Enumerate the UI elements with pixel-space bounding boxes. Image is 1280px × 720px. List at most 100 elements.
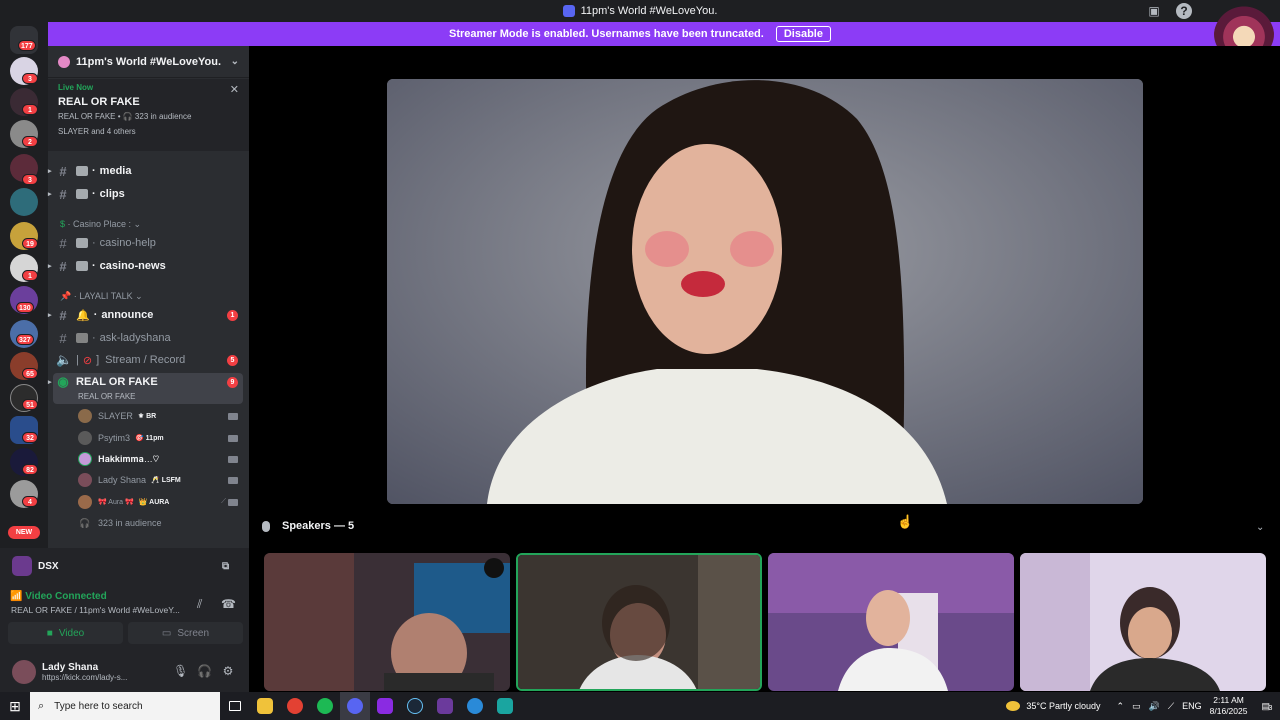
speaker-tile[interactable] <box>264 553 510 691</box>
chevron-down-icon[interactable]: ⌄ <box>1256 522 1264 533</box>
voice-user-tag: ⚜ BR <box>137 413 157 420</box>
speakers-header: Speakers — 5 <box>262 520 354 532</box>
discord-icon[interactable] <box>340 692 370 720</box>
guild-name: 11pm's World #WeLoveYou. <box>76 55 222 68</box>
guild-flower-icon <box>58 55 70 68</box>
server-badge: 3 <box>22 73 38 84</box>
server-badge: 327 <box>16 334 34 345</box>
gear-icon[interactable]: ⚙ <box>221 664 235 678</box>
speaker-video <box>768 553 1014 691</box>
channel-emoji-icon <box>76 261 88 271</box>
voice-user[interactable]: 𝐇𝐚𝐤𝐤𝐢𝐦𝐦𝐚…♡ <box>78 450 244 468</box>
voice-user[interactable]: Psytim3 🎯 11pm <box>78 429 244 447</box>
noise-suppression-icon[interactable]: ⫽ <box>197 597 202 612</box>
help-icon[interactable]: ? <box>1176 3 1192 19</box>
obs-icon[interactable] <box>430 692 460 720</box>
audience-count[interactable]: 🎧 323 in audience <box>78 514 244 532</box>
mouse-cursor: ☝ <box>897 514 914 529</box>
avatar <box>78 409 92 423</box>
disconnect-icon[interactable]: ☎ <box>221 597 236 611</box>
network-icon[interactable]: ▭ <box>1132 701 1141 712</box>
chevron-down-icon[interactable]: ⌄ <box>231 56 239 67</box>
server-icon <box>12 556 32 576</box>
category-label: Casino Place : <box>73 219 132 229</box>
server-badge: 51 <box>22 399 38 410</box>
search-placeholder: Type here to search <box>54 700 143 712</box>
volume-icon[interactable]: 🔊 <box>1149 701 1160 712</box>
title-bar: 11pm's World #WeLoveYou. ▣ ? <box>0 0 1280 22</box>
clock-date: 8/16/2025 <box>1209 706 1248 716</box>
category-casino[interactable]: $ · Casino Place : ⌄ <box>60 219 141 230</box>
activity-server[interactable]: DSX ⧉ <box>0 551 249 581</box>
server-badge: 19 <box>22 238 38 249</box>
wifi-icon[interactable]: ⟋ <box>1168 701 1174 712</box>
avatar <box>78 495 92 509</box>
mention-badge: 9 <box>227 376 238 388</box>
speaker-video <box>518 555 760 689</box>
chevron-up-icon[interactable]: ⌃ <box>1117 701 1125 712</box>
server-badge: 3 <box>22 174 38 185</box>
voice-user-tag: 🎯 11pm <box>135 435 164 442</box>
activity-server-name: DSX <box>38 560 59 572</box>
channel-emoji-icon <box>76 189 88 199</box>
channel-label: ask-ladyshana <box>99 332 171 344</box>
channel-announce[interactable]: ▸ # 🔔 · announce 1 <box>48 305 244 325</box>
voice-user[interactable]: 🎀 Aura 🎀 👑 AURA ⟋ <box>78 493 244 511</box>
clock-time: 2:11 AM <box>1213 695 1244 705</box>
featured-video[interactable] <box>387 79 1143 504</box>
system-tray: 35°C Partly cloudy ⌃ ▭ 🔊 ⟋ ENG 2:11 AM 8… <box>1006 692 1280 720</box>
channel-ask-ladyshana[interactable]: # · ask-ladyshana <box>56 328 244 348</box>
server-icon[interactable] <box>10 188 38 216</box>
channel-real-or-fake[interactable]: ▸ ◉ REAL OR FAKE 9 <box>48 373 244 391</box>
speaker-tile[interactable] <box>1020 553 1266 691</box>
video-button-label: Video <box>58 627 85 639</box>
clock[interactable]: 2:11 AM 8/16/2025 <box>1210 695 1248 717</box>
app-icon[interactable] <box>490 692 520 720</box>
channel-stream-record[interactable]: 🔈 | ⊘] Stream / Record 5 <box>56 350 244 370</box>
channel-casino-news[interactable]: ▸ # · casino-news <box>48 256 244 276</box>
task-view-icon[interactable] <box>220 692 250 720</box>
voice-user-tag: 🥂 LSFM <box>151 477 181 484</box>
language-indicator[interactable]: ENG <box>1182 701 1202 711</box>
screen-share-icon[interactable]: ⧉ <box>222 561 229 572</box>
channel-label: clips <box>99 188 125 200</box>
spotify-icon[interactable] <box>310 692 340 720</box>
channel-clips[interactable]: ▸ # · clips <box>48 184 244 204</box>
voice-connection-channel[interactable]: REAL OR FAKE / 11pm's World #WeLoveY... <box>11 605 191 615</box>
voice-user[interactable]: Lady Shana 🥂 LSFM <box>78 471 244 489</box>
headphones-icon: 🎧 <box>79 517 91 528</box>
server-badge: 1 <box>22 104 38 115</box>
audience-label: 323 in audience <box>98 518 162 528</box>
unread-indicator-icon: ▸ <box>48 191 52 198</box>
channel-casino-help[interactable]: # · casino-help <box>56 233 244 253</box>
speaker-tile-speaking[interactable] <box>516 553 762 691</box>
chrome-icon[interactable] <box>280 692 310 720</box>
channel-media[interactable]: ▸ # · media <box>48 161 244 181</box>
speaker-tile[interactable] <box>768 553 1014 691</box>
steam-icon[interactable] <box>400 692 430 720</box>
channel-label: media <box>99 165 132 177</box>
category-layali[interactable]: 📌 · LAYALI TALK ⌄ <box>60 291 143 302</box>
next-app-icon[interactable] <box>370 692 400 720</box>
live-now-card[interactable]: Live Now REAL OR FAKE REAL OR FAKE • 🎧 3… <box>48 79 249 151</box>
guild-header[interactable]: 11pm's World #WeLoveYou. ⌄ <box>48 46 249 78</box>
weather-text[interactable]: 35°C Partly cloudy <box>1026 701 1100 711</box>
voice-user[interactable]: SLAYER ⚜ BR <box>78 407 244 425</box>
windows-start-icon[interactable]: ⊞ <box>0 692 30 720</box>
close-icon[interactable]: ✕ <box>230 83 239 96</box>
edge-icon[interactable] <box>460 692 490 720</box>
voice-connection-status[interactable]: 📶 Video Connected <box>10 591 107 602</box>
file-explorer-icon[interactable] <box>250 692 280 720</box>
weather-icon <box>1006 701 1021 711</box>
new-pill[interactable]: NEW <box>8 526 40 539</box>
video-button[interactable]: ■ Video <box>8 622 123 644</box>
notification-icon[interactable]: ▤ 3 <box>1261 701 1272 712</box>
microphone-icon[interactable]: 🎙 <box>173 664 188 678</box>
channel-label: casino-help <box>99 237 156 249</box>
camera-icon <box>228 498 238 506</box>
headphones-icon[interactable]: 🎧 <box>197 664 212 678</box>
inbox-icon[interactable]: ▣ <box>1146 3 1162 19</box>
screen-share-button[interactable]: ▭ Screen <box>128 622 243 644</box>
taskbar-search[interactable]: ⌕ Type here to search <box>30 692 220 720</box>
disable-streamer-mode-button[interactable]: Disable <box>775 26 831 42</box>
